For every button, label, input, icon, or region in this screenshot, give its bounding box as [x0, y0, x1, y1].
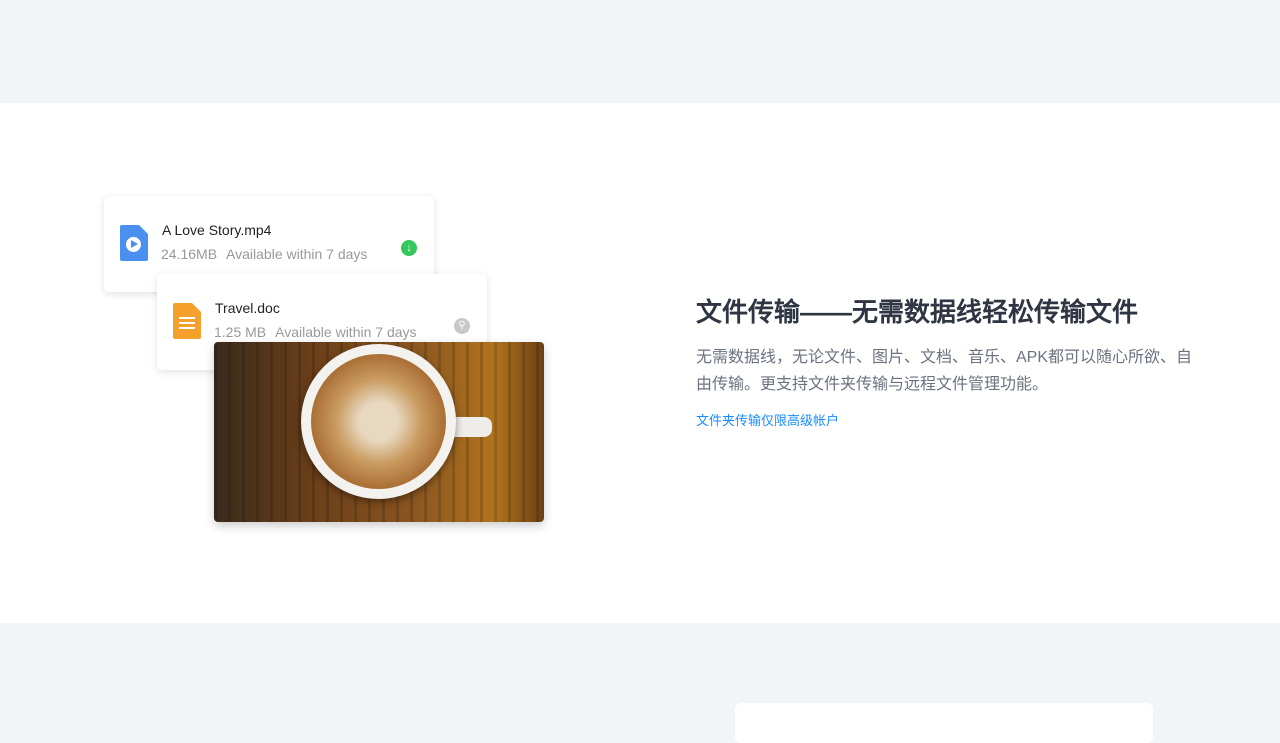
- file-availability: Available within 7 days: [275, 324, 417, 340]
- video-file-icon: [120, 225, 148, 261]
- download-icon[interactable]: ↓: [401, 240, 417, 256]
- file-name: A Love Story.mp4: [162, 222, 272, 238]
- search-icon[interactable]: ⚲: [454, 318, 470, 334]
- file-name: Travel.doc: [215, 300, 280, 316]
- file-availability: Available within 7 days: [226, 246, 368, 262]
- next-section-card: [735, 703, 1153, 743]
- coffee-photo: [214, 342, 544, 522]
- file-meta: 1.25 MB Available within 7 days: [214, 324, 417, 340]
- file-meta: 24.16MB Available within 7 days: [161, 246, 367, 262]
- coffee-cup: [301, 344, 456, 499]
- document-file-icon: [173, 303, 201, 339]
- cup-handle: [454, 417, 492, 437]
- latte-art: [311, 354, 446, 489]
- file-size: 24.16MB: [161, 246, 218, 262]
- premium-account-link[interactable]: 文件夹传输仅限高级帐户: [696, 410, 839, 429]
- file-size: 1.25 MB: [214, 324, 267, 340]
- feature-description: 无需数据线，无论文件、图片、文档、音乐、APK都可以随心所欲、自由传输。更支持文…: [696, 349, 1193, 393]
- feature-title: 文件传输——无需数据线轻松传输文件: [696, 297, 1139, 327]
